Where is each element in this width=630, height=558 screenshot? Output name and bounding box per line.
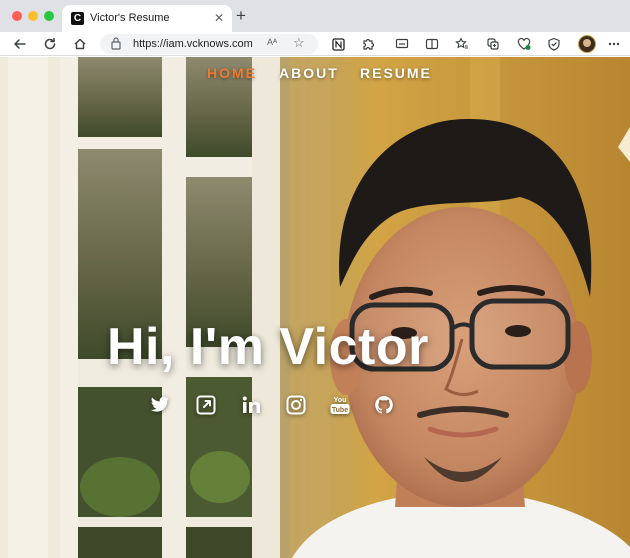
tab-title: Victor's Resume	[90, 12, 170, 24]
nav-resume-link[interactable]: RESUME	[360, 65, 432, 81]
svg-text:You: You	[334, 397, 347, 404]
browser-essentials-icon[interactable]	[546, 36, 562, 52]
browser-toolbar: https://iam.vcknows.com Aᴬ ☆	[0, 32, 630, 56]
lock-icon[interactable]	[111, 36, 121, 55]
home-icon[interactable]	[72, 36, 88, 52]
hero-background-photo	[0, 57, 630, 558]
tab-favicon: C	[71, 12, 84, 25]
external-link-icon[interactable]	[195, 394, 217, 416]
window-minimize-button[interactable]	[28, 11, 38, 21]
reload-icon[interactable]	[42, 36, 58, 52]
nav-home-link[interactable]: HOME	[207, 65, 257, 81]
window-close-button[interactable]	[12, 11, 22, 21]
hero-headline: Hi, I'm Victor	[107, 318, 429, 376]
hero-section: HOME ABOUT RESUME Hi, I'm Victor You Tube	[0, 57, 630, 558]
window-zoom-button[interactable]	[44, 11, 54, 21]
read-aloud-icon[interactable]: Aᴬ	[267, 37, 277, 47]
notion-icon[interactable]	[330, 36, 346, 52]
split-screen-icon[interactable]	[424, 36, 440, 52]
address-url[interactable]: https://iam.vcknows.com	[133, 38, 253, 50]
tab-close-icon[interactable]: ✕	[214, 11, 224, 25]
profile-avatar[interactable]	[578, 35, 596, 53]
address-bar[interactable]: https://iam.vcknows.com Aᴬ ☆	[100, 34, 318, 54]
favorites-icon[interactable]	[454, 36, 470, 52]
linkedin-icon[interactable]	[241, 394, 263, 416]
browser-tab[interactable]: C Victor's Resume ✕	[62, 5, 232, 32]
back-icon[interactable]	[12, 36, 28, 52]
youtube-icon[interactable]: You Tube	[329, 394, 351, 416]
collections-icon[interactable]	[485, 36, 501, 52]
extension-icon[interactable]	[360, 36, 376, 52]
nav-about-link[interactable]: ABOUT	[279, 65, 339, 81]
new-tab-button[interactable]: +	[236, 7, 246, 24]
cast-icon[interactable]	[394, 36, 410, 52]
health-icon[interactable]	[516, 36, 532, 52]
svg-text:Tube: Tube	[332, 407, 348, 414]
github-icon[interactable]	[373, 394, 395, 416]
instagram-icon[interactable]	[285, 394, 307, 416]
more-menu-icon[interactable]	[606, 36, 622, 52]
twitter-icon[interactable]	[149, 394, 171, 416]
browser-tab-bar: C Victor's Resume ✕ +	[0, 0, 630, 32]
favorite-star-icon[interactable]: ☆	[293, 35, 305, 51]
